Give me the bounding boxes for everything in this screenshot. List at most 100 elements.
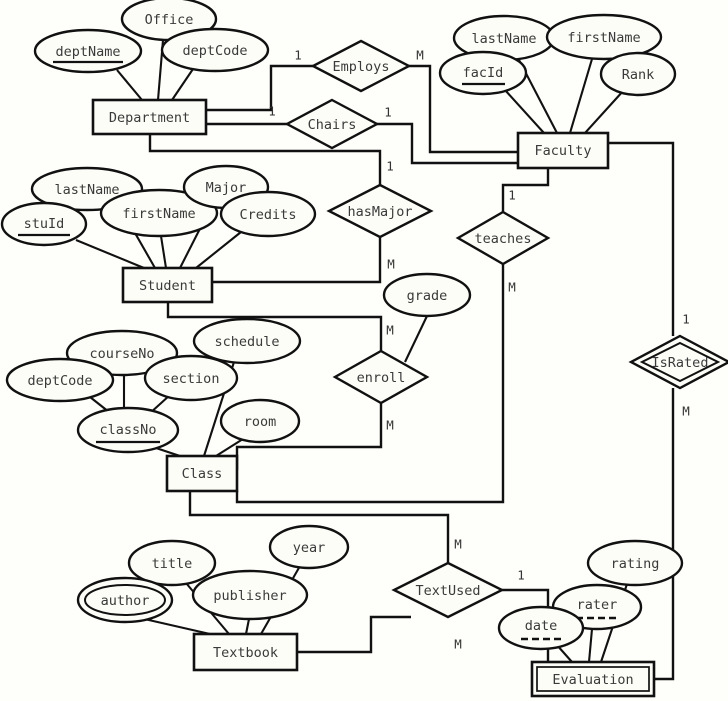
edge-credits-student (195, 231, 242, 269)
attribute-major-label: Major (206, 180, 247, 196)
relationship-hasmajor[interactable]: hasMajor (326, 183, 434, 239)
relationship-israted-label: IsRated (652, 355, 709, 371)
attribute-author-label: author (101, 593, 150, 609)
attribute-rank[interactable]: Rank (599, 51, 677, 97)
cardinality-textused-class: M (454, 537, 462, 552)
er-diagram-canvas: deptName Office deptCode lastName firstN… (0, 0, 728, 701)
edge-hasmajor-student (212, 237, 382, 284)
relationship-teaches[interactable]: teaches (455, 210, 551, 266)
attribute-facid-label: facId (463, 65, 504, 81)
entity-evaluation[interactable]: Evaluation (530, 660, 656, 698)
attribute-deptname[interactable]: deptName (33, 28, 143, 74)
cardinality-employs-faculty: M (416, 48, 424, 63)
attribute-deptcode-class[interactable]: deptCode (5, 357, 115, 403)
attribute-credits[interactable]: Credits (219, 190, 317, 238)
attribute-section-label: section (163, 371, 220, 387)
attribute-deptcode-department-label: deptCode (182, 43, 247, 59)
attribute-room[interactable]: room (219, 398, 301, 444)
attribute-firstname-faculty-label: firstName (567, 30, 640, 46)
attribute-facid[interactable]: facId (438, 50, 528, 96)
attribute-rater-label: rater (577, 597, 618, 613)
attribute-classno[interactable]: classNo (76, 406, 180, 454)
cardinality-chairs-department: 1 (268, 104, 276, 119)
attribute-rank-label: Rank (622, 67, 655, 83)
attribute-stuid[interactable]: stuId (0, 201, 88, 247)
attribute-publisher-label: publisher (213, 588, 286, 604)
entity-student-label: Student (139, 278, 196, 294)
cardinality-textused-textbook: M (454, 637, 462, 652)
edge-firstname-student (159, 235, 168, 269)
attribute-section[interactable]: section (143, 354, 239, 402)
relationship-enroll[interactable]: enroll (332, 349, 430, 405)
edge-rater-evaluation (587, 628, 594, 663)
attribute-schedule-label: schedule (214, 334, 279, 350)
edge-stuid-student (75, 239, 145, 269)
relationship-chairs[interactable]: Chairs (284, 98, 380, 150)
cardinality-employs-department: 1 (294, 48, 302, 63)
attribute-author[interactable]: author (76, 576, 174, 624)
relationship-layer: Employs Chairs hasMajor teaches enroll T… (284, 39, 728, 619)
edge-faculty-israted (608, 141, 675, 336)
entity-textbook-label: Textbook (213, 645, 278, 661)
edge-chairs-faculty (377, 122, 518, 165)
cardinality-israted-faculty: 1 (682, 312, 690, 327)
entity-department[interactable]: Department (91, 98, 208, 136)
er-diagram-svg: deptName Office deptCode lastName firstN… (0, 0, 728, 698)
edge-firstname-fac-faculty (568, 58, 594, 134)
entity-faculty-label: Faculty (535, 143, 592, 159)
relationship-teaches-label: teaches (475, 231, 532, 247)
edge-israted-evaluation (654, 388, 675, 681)
attribute-courseno-label: courseNo (89, 346, 154, 362)
attribute-date[interactable]: date (497, 605, 585, 651)
attribute-firstname-student-label: firstName (122, 206, 195, 222)
relationship-textused-label: TextUsed (415, 583, 480, 599)
cardinality-textused-evaluation: 1 (517, 568, 525, 583)
cardinality-enroll-class: M (386, 418, 394, 433)
edge-publisher-textbook (244, 618, 251, 635)
edge-department-employs (206, 64, 313, 112)
attribute-deptcode-department[interactable]: deptCode (160, 27, 270, 73)
attribute-stuid-label: stuId (24, 216, 65, 232)
attribute-year[interactable]: year (268, 524, 350, 570)
attribute-lastname-student-label: lastName (54, 182, 119, 198)
attribute-credits-label: Credits (240, 207, 297, 223)
relationship-hasmajor-label: hasMajor (347, 204, 412, 220)
attribute-date-label: date (525, 618, 558, 634)
edge-author-textbook (139, 616, 211, 636)
attribute-room-label: room (244, 414, 277, 430)
entity-class[interactable]: Class (165, 454, 239, 493)
cardinality-teaches-class: M (508, 280, 516, 295)
edge-grade-enroll (404, 315, 428, 363)
attribute-rating[interactable]: rating (586, 539, 684, 587)
edge-deptname-department (116, 69, 143, 101)
cardinality-teaches-faculty: 1 (508, 188, 516, 203)
attribute-rating-label: rating (611, 556, 660, 572)
entity-department-label: Department (109, 110, 190, 126)
attribute-deptcode-class-label: deptCode (27, 373, 92, 389)
cardinality-hasmajor-student: M (387, 257, 395, 272)
attribute-publisher[interactable]: publisher (191, 569, 309, 621)
entity-student[interactable]: Student (121, 266, 214, 304)
relationship-employs[interactable]: Employs (310, 39, 412, 93)
edge-textbook-textused (297, 615, 411, 654)
cardinality-chairs-faculty: 1 (384, 105, 392, 120)
edge-rank-faculty (584, 89, 625, 134)
entity-evaluation-label: Evaluation (552, 672, 633, 688)
relationship-israted[interactable]: IsRated (628, 334, 728, 390)
attribute-year-label: year (293, 540, 326, 556)
attribute-classno-label: classNo (100, 422, 157, 438)
edge-deptcode-department (171, 68, 194, 101)
cardinality-israted-evaluation: M (682, 404, 690, 419)
cardinality-enroll-student: M (386, 323, 394, 338)
attribute-grade[interactable]: grade (382, 272, 472, 318)
attribute-lastname-faculty-label: lastName (471, 31, 536, 47)
entity-faculty[interactable]: Faculty (516, 131, 610, 170)
relationship-enroll-label: enroll (357, 370, 406, 386)
attribute-schedule[interactable]: schedule (192, 317, 302, 365)
relationship-chairs-label: Chairs (308, 117, 357, 133)
relationship-textused[interactable]: TextUsed (391, 561, 505, 619)
relationship-employs-label: Employs (333, 59, 390, 75)
attribute-title-label: title (152, 556, 193, 572)
entity-textbook[interactable]: Textbook (192, 632, 299, 672)
attribute-grade-label: grade (407, 288, 448, 304)
